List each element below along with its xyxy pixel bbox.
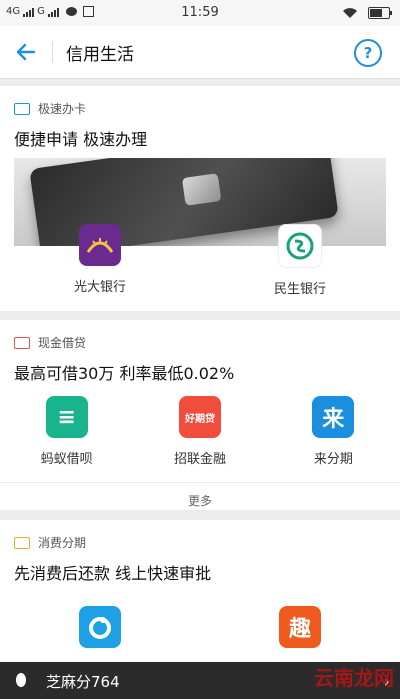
installment-app-logo-icon <box>79 606 121 648</box>
section-title: 现金借贷 <box>38 336 87 350</box>
installment-icon <box>14 536 30 549</box>
minsheng-bank-logo-icon <box>278 224 322 268</box>
watermark-text: 云南龙网 <box>314 666 394 690</box>
ant-jiebei-logo-icon: ≡ <box>45 396 88 438</box>
everbright-bank-logo-icon <box>79 224 121 266</box>
cash-loan-section: 现金借贷 最高可借30万 利率最低0.02% ≡ 蚂蚁借呗 好期贷 招联金融 来… <box>0 320 400 510</box>
loan-tile-laifenqi[interactable]: 来 来分期 <box>267 396 400 467</box>
section-title: 消费分期 <box>38 536 87 550</box>
sesame-drop-icon <box>16 673 26 687</box>
cash-icon <box>14 336 30 349</box>
top-nav-bar: 信用生活 ? <box>0 26 400 79</box>
page-title: 信用生活 <box>66 45 134 65</box>
back-arrow-icon[interactable] <box>14 40 38 64</box>
loan-tile-ant-jiebei[interactable]: ≡ 蚂蚁借呗 <box>0 396 133 467</box>
section-subtitle: 便捷申请 极速办理 <box>14 130 148 149</box>
bank-name: 民生银行 <box>273 282 326 297</box>
more-button[interactable]: 更多 <box>0 482 400 519</box>
section-subtitle: 先消费后还款 线上快速审批 <box>14 564 212 583</box>
installment-tile-1[interactable] <box>0 606 200 648</box>
card-chip <box>181 173 222 206</box>
watermark-url: www.xiazaiba.com <box>263 648 356 659</box>
bank-tile-minsheng[interactable]: 民生银行 <box>200 224 400 297</box>
loan-product-name: 来分期 <box>313 452 353 467</box>
bank-name: 光大银行 <box>73 280 126 295</box>
haoqidai-logo-icon: 好期贷 <box>178 396 221 438</box>
status-bar: 4G G 11:59 <box>0 0 400 26</box>
loan-product-name: 招联金融 <box>173 452 226 467</box>
section-subtitle: 最高可借30万 利率最低0.02% <box>14 364 235 383</box>
loan-product-name: 蚂蚁借呗 <box>40 452 93 467</box>
wifi-icon <box>343 8 357 18</box>
bank-tile-everbright[interactable]: 光大银行 <box>0 224 200 297</box>
help-icon[interactable]: ? <box>354 39 382 67</box>
section-title: 极速办卡 <box>38 102 87 116</box>
card-apply-section: 极速办卡 便捷申请 极速办理 光大银行 民生银行 <box>0 86 400 311</box>
battery-icon <box>368 7 392 19</box>
laifenqi-logo-icon: 来 <box>312 396 355 438</box>
sesame-score-label: 芝麻分764 <box>46 673 120 691</box>
clock: 11:59 <box>181 5 219 20</box>
header-divider <box>52 41 53 63</box>
qudian-logo-icon: 趣 <box>279 606 321 648</box>
loan-tile-zhaolian[interactable]: 好期贷 招联金融 <box>133 396 266 467</box>
credit-card-icon <box>14 102 30 115</box>
installment-tile-2[interactable]: 趣 <box>200 606 400 648</box>
